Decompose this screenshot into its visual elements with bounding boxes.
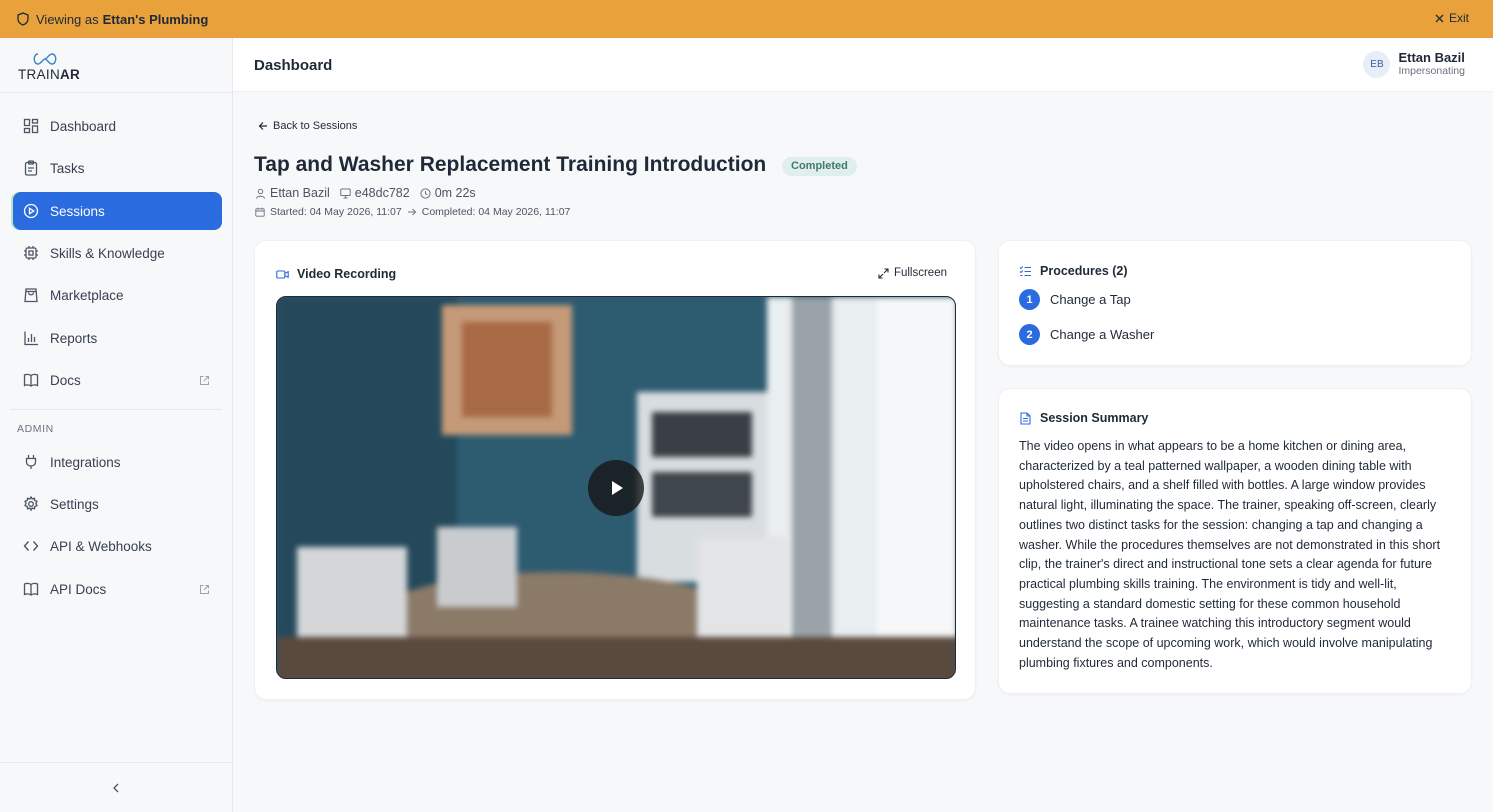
video-camera-icon [276, 269, 289, 279]
session-summary-card: Session Summary The video opens in what … [998, 388, 1472, 694]
sidebar-item-label: Docs [50, 372, 81, 388]
external-link-icon [200, 584, 209, 594]
sidebar-item-reports[interactable]: Reports [13, 319, 222, 357]
procedures-header: Procedures (2) [1019, 264, 1128, 278]
sidebar-item-label: Dashboard [50, 118, 117, 134]
procedure-label: Change a Washer [1050, 327, 1155, 342]
user-role: Impersonating [1398, 65, 1465, 77]
bar-chart-icon [24, 331, 38, 346]
procedure-item[interactable]: 2 Change a Washer [1019, 324, 1154, 345]
sidebar-item-label: Tasks [50, 160, 85, 176]
sidebar-item-dashboard[interactable]: Dashboard [13, 107, 222, 145]
monitor-icon [340, 188, 351, 198]
sidebar-item-label: Marketplace [50, 287, 124, 303]
checklist-icon [1019, 265, 1031, 276]
user-icon [256, 188, 265, 199]
sidebar-divider [0, 92, 232, 93]
procedure-label: Change a Tap [1050, 292, 1131, 307]
fullscreen-label: Fullscreen [893, 267, 947, 279]
sidebar-item-settings[interactable]: Settings [13, 485, 222, 523]
book-icon [23, 582, 39, 596]
play-circle-icon [23, 203, 39, 219]
video-player[interactable] [276, 296, 956, 679]
video-card-header: Video Recording [276, 267, 396, 281]
shopping-bag-icon [24, 288, 38, 303]
play-icon [612, 481, 623, 495]
document-icon [1020, 411, 1031, 425]
sidebar-item-marketplace[interactable]: Marketplace [13, 276, 222, 314]
logo-wordmark: TRAINAR [18, 67, 81, 82]
clock-icon [420, 187, 431, 199]
sidebar-item-sessions[interactable]: Sessions [13, 192, 222, 230]
sidebar-item-label: API & Webhooks [50, 538, 152, 554]
banner-prefix: Viewing as [36, 11, 99, 27]
book-icon [23, 373, 39, 387]
exit-label: Exit [1448, 11, 1469, 25]
top-header: Dashboard EB Ettan Bazil Impersonating [233, 38, 1493, 92]
calendar-icon [255, 207, 265, 217]
impersonation-banner: Viewing as Ettan's Plumbing Exit [0, 0, 1493, 38]
summary-heading: Session Summary [1040, 411, 1149, 425]
expand-icon [878, 267, 889, 279]
sidebar-item-label: Reports [50, 330, 98, 346]
started-time: Started: 04 May 2026, 11:07 [270, 206, 402, 218]
arrow-left-icon [258, 122, 267, 130]
procedure-number: 1 [1019, 289, 1040, 310]
back-to-sessions-link[interactable]: Back to Sessions [258, 120, 357, 132]
session-duration: 0m 22s [434, 186, 476, 200]
procedure-item[interactable]: 1 Change a Tap [1019, 289, 1131, 310]
shield-icon [17, 12, 29, 26]
video-heading: Video Recording [297, 267, 397, 281]
gear-icon [24, 496, 38, 512]
user-menu[interactable]: EB Ettan Bazil Impersonating [1363, 51, 1465, 78]
chevron-left-icon[interactable] [108, 780, 124, 796]
sidebar-item-integrations[interactable]: Integrations [13, 443, 222, 481]
close-icon [1435, 14, 1444, 22]
back-label: Back to Sessions [273, 120, 358, 132]
summary-text: The video opens in what appears to be a … [1019, 439, 1441, 670]
procedures-card: Procedures (2) 1 Change a Tap 2 Change a… [998, 240, 1472, 366]
summary-header: Session Summary [1019, 411, 1148, 425]
clipboard-icon [24, 160, 38, 176]
sidebar-item-label: API Docs [50, 581, 107, 597]
arrow-right-icon [407, 208, 416, 216]
external-link-icon [200, 375, 209, 385]
user-name: Ettan Bazil [1398, 50, 1465, 65]
session-times: Started: 04 May 2026, 11:07 Completed: 0… [255, 206, 570, 218]
play-button[interactable] [588, 460, 644, 516]
sidebar-item-api-docs[interactable]: API Docs [13, 570, 222, 608]
chip-icon [24, 246, 38, 260]
trainee-name: Ettan Bazil [270, 186, 330, 200]
procedures-heading: Procedures (2) [1040, 264, 1128, 278]
sidebar: TRAINAR Dashboard Tasks Sessions Skills … [0, 38, 233, 812]
sidebar-item-skills-knowledge[interactable]: Skills & Knowledge [13, 234, 222, 272]
admin-section-label: ADMIN [17, 423, 54, 435]
session-meta: Ettan Bazil e48dc782 0m 22s [255, 186, 486, 200]
trainar-logo[interactable]: TRAINAR [18, 52, 81, 82]
sidebar-item-label: Integrations [50, 454, 121, 470]
dashboard-icon [23, 118, 39, 134]
video-card: Video Recording Fullscreen [254, 240, 976, 700]
sidebar-item-api-webhooks[interactable]: API & Webhooks [13, 527, 222, 565]
sidebar-item-tasks[interactable]: Tasks [13, 149, 222, 187]
avatar: EB [1363, 51, 1391, 78]
code-icon [23, 541, 39, 551]
page-title: Tap and Washer Replacement Training Intr… [254, 153, 767, 176]
fullscreen-button[interactable]: Fullscreen [878, 267, 947, 279]
sidebar-footer-divider [0, 762, 232, 763]
sidebar-item-docs[interactable]: Docs [13, 361, 222, 399]
procedure-number: 2 [1019, 324, 1040, 345]
admin-divider [10, 409, 222, 410]
banner-org: Ettan's Plumbing [102, 11, 209, 27]
plug-icon [25, 455, 37, 469]
exit-button[interactable]: Exit [1435, 11, 1469, 25]
completed-time: Completed: 04 May 2026, 11:07 [421, 206, 571, 218]
sidebar-item-label: Skills & Knowledge [50, 245, 165, 261]
page-header-title: Dashboard [254, 57, 333, 74]
sidebar-item-label: Settings [50, 496, 99, 512]
infinity-logo-icon [33, 53, 57, 65]
status-badge: Completed [782, 157, 857, 176]
device-id: e48dc782 [354, 186, 410, 200]
sidebar-item-label: Sessions [50, 203, 105, 219]
